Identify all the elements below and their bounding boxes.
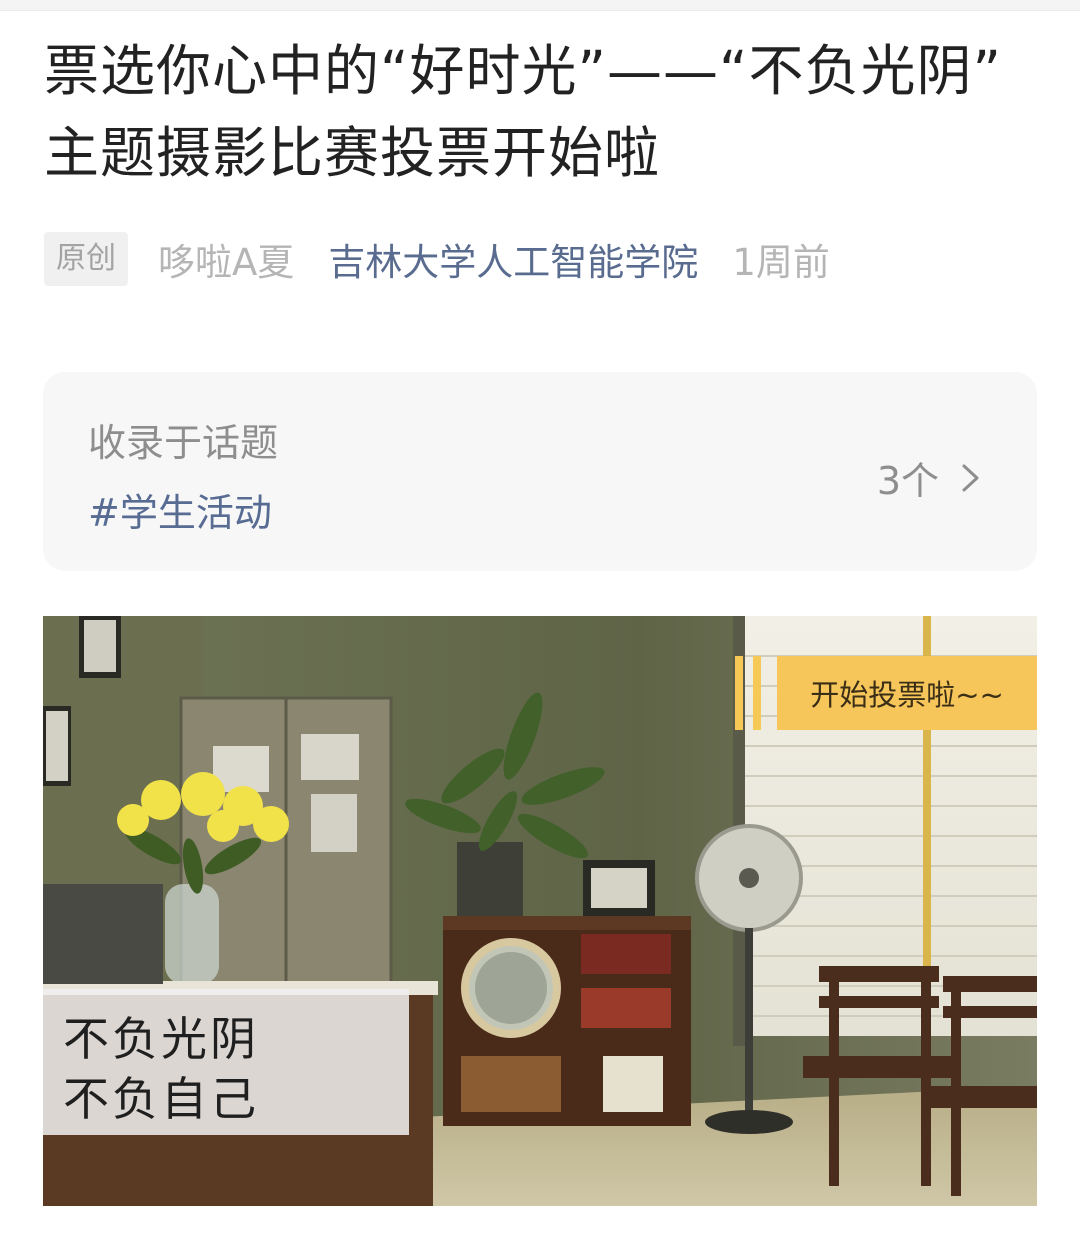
- original-badge: 原创: [44, 232, 128, 286]
- status-divider: [0, 0, 1080, 11]
- topic-heading: 收录于话题: [88, 421, 279, 465]
- vote-banner-text: 开始投票啦~~: [777, 656, 1037, 730]
- banner-stripe: [753, 656, 761, 730]
- vote-banner: 开始投票啦~~: [735, 656, 1037, 730]
- topic-card[interactable]: 收录于话题 #学生活动 3个: [43, 372, 1037, 571]
- article-title: 票选你心中的“好时光”——“不负光阴” 主题摄影比赛投票开始啦: [44, 30, 1044, 194]
- title-line-1: 票选你心中的“好时光”——“不负光阴”: [44, 39, 1002, 103]
- title-line-2: 主题摄影比赛投票开始啦: [44, 121, 661, 185]
- topic-tag[interactable]: #学生活动: [88, 482, 272, 537]
- chevron-right-icon: [962, 464, 979, 491]
- topic-count-button[interactable]: 3个: [877, 450, 987, 505]
- slogan-line-1: 不负光阴: [63, 1012, 259, 1066]
- slogan-line-2: 不负自己: [63, 1072, 259, 1126]
- cover-image[interactable]: 开始投票啦~~ 不负光阴 不负自己: [43, 616, 1037, 1206]
- slogan-overlay: 不负光阴 不负自己: [43, 989, 409, 1135]
- banner-stripe: [735, 656, 743, 730]
- account-link[interactable]: 吉林大学人工智能学院: [328, 232, 698, 286]
- publish-time: 1周前: [732, 241, 830, 284]
- author-name[interactable]: 哆啦A夏: [158, 232, 294, 286]
- topic-count: 3个: [876, 459, 939, 503]
- article-meta: 原创 哆啦A夏 吉林大学人工智能学院 1周前: [44, 232, 830, 286]
